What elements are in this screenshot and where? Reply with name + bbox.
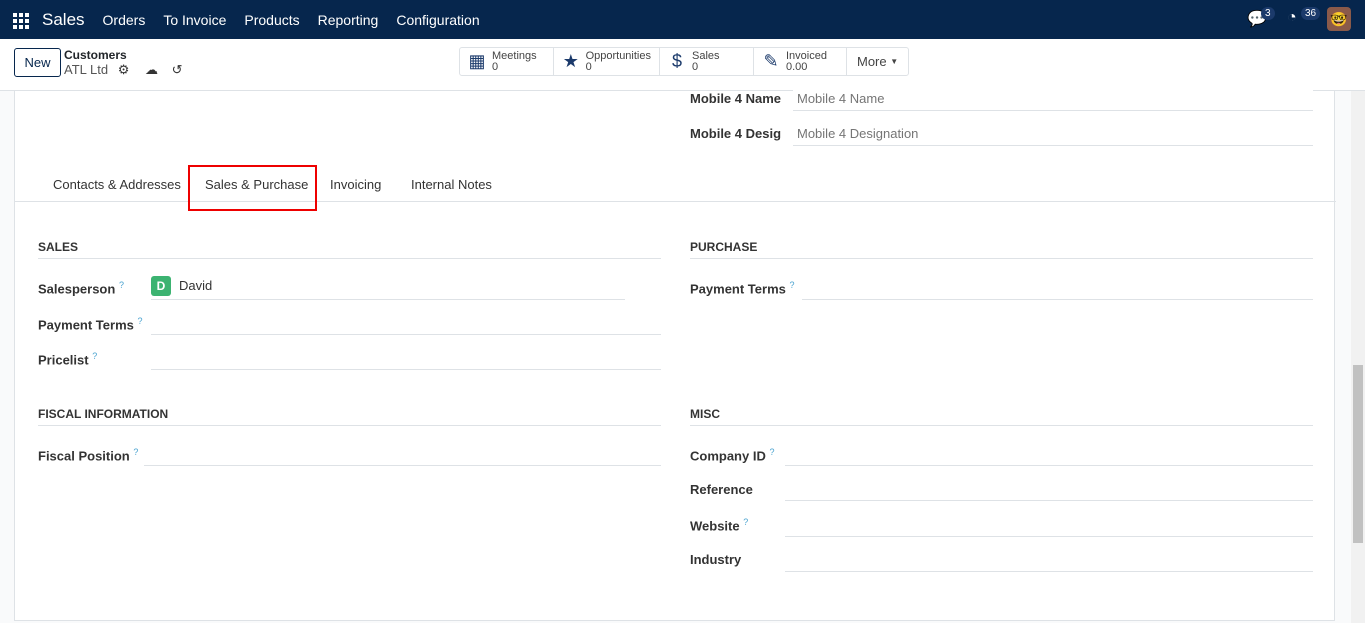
- value: 0.00: [786, 60, 808, 73]
- dollar-icon: $: [671, 51, 682, 71]
- help-icon: ?: [789, 280, 795, 290]
- menu-configuration[interactable]: Configuration: [396, 12, 479, 28]
- company-id-label: Company ID ?: [690, 447, 775, 464]
- scrollbar[interactable]: [1351, 91, 1365, 623]
- industry-field[interactable]: [785, 548, 1313, 572]
- top-navbar: Sales Orders To Invoice Products Reporti…: [0, 0, 1365, 39]
- mobile4-designation-input[interactable]: [793, 122, 1313, 146]
- activities-clock-icon[interactable]: ◔ 36: [1287, 7, 1321, 29]
- value: 0: [492, 60, 499, 73]
- gear-icon[interactable]: ⚙: [118, 62, 130, 77]
- tab-contacts-addresses[interactable]: Contacts & Addresses: [53, 177, 181, 192]
- fiscal-section-title: FISCAL INFORMATION: [38, 407, 661, 426]
- more-button[interactable]: More ▼: [847, 48, 908, 75]
- value: 0: [585, 60, 592, 73]
- messages-badge: 3: [1261, 7, 1275, 20]
- messages-icon[interactable]: 💬 3: [1247, 7, 1275, 29]
- pricelist-label: Pricelist ?: [38, 351, 98, 368]
- meetings-button[interactable]: ▦ Meetings 0: [460, 48, 554, 75]
- salesperson-avatar: D: [151, 276, 171, 296]
- label: Meetings: [492, 49, 537, 62]
- help-icon: ?: [743, 517, 749, 527]
- app-brand[interactable]: Sales: [42, 10, 85, 30]
- reference-label: Reference: [690, 482, 753, 497]
- apps-menu-icon[interactable]: [13, 12, 29, 29]
- sales-button[interactable]: $ Sales 0: [660, 48, 754, 75]
- caret-down-icon: ▼: [890, 57, 899, 66]
- control-panel: New Customers ATL Ltd ⚙ ☁ ↺ ▦ Meetings 0 ★…: [0, 39, 1365, 91]
- cloud-upload-icon[interactable]: ☁: [145, 62, 158, 77]
- fiscal-position-label: Fiscal Position ?: [38, 447, 139, 464]
- reference-field[interactable]: [785, 477, 1313, 501]
- mobile4-name-input[interactable]: [793, 87, 1313, 111]
- tab-invoicing[interactable]: Invoicing: [330, 177, 381, 192]
- company-id-field[interactable]: [785, 442, 1313, 466]
- misc-section-title: MISC: [690, 407, 1313, 426]
- payment-terms-field[interactable]: [151, 311, 661, 335]
- label: Sales: [692, 49, 720, 62]
- mobile4-desig-label: Mobile 4 Desig: [690, 126, 782, 141]
- record-name: ATL Ltd: [64, 62, 109, 77]
- purchase-section-title: PURCHASE: [690, 240, 1313, 259]
- menu-orders[interactable]: Orders: [103, 12, 146, 28]
- help-icon: ?: [137, 316, 143, 326]
- help-icon: ?: [133, 447, 139, 457]
- salesperson-label: Salesperson ?: [38, 280, 124, 297]
- user-avatar[interactable]: 🤓: [1327, 7, 1351, 31]
- scrollbar-thumb[interactable]: [1353, 365, 1363, 543]
- menu-reporting[interactable]: Reporting: [318, 12, 379, 28]
- payment-terms-label: Payment Terms ?: [38, 316, 143, 333]
- label: Invoiced: [786, 49, 827, 62]
- sales-section-title: SALES: [38, 240, 661, 259]
- more-label: More: [857, 54, 887, 69]
- help-icon: ?: [92, 351, 98, 361]
- industry-label: Industry: [690, 552, 742, 567]
- purchase-payment-terms-label: Payment Terms ?: [690, 280, 795, 297]
- label: Opportunities: [585, 49, 651, 62]
- help-icon: ?: [769, 447, 775, 457]
- highlight-box: [188, 165, 317, 211]
- smart-buttons: ▦ Meetings 0 ★ Opportunities 0 $ Sales 0 ✎ Invo…: [459, 47, 910, 76]
- salesperson-value: David: [179, 278, 213, 293]
- edit-icon: ✎: [763, 51, 779, 71]
- calendar-icon: ▦: [468, 51, 486, 71]
- menu-to-invoice[interactable]: To Invoice: [163, 12, 226, 28]
- salesperson-field[interactable]: D David: [151, 276, 625, 300]
- website-label: Website ?: [690, 517, 749, 534]
- opportunities-button[interactable]: ★ Opportunities 0: [554, 48, 660, 75]
- pricelist-field[interactable]: [151, 346, 661, 370]
- purchase-payment-terms-field[interactable]: [802, 276, 1313, 300]
- form-sheet: Mobile 4 Name Mobile 4 Desig Contacts & …: [14, 87, 1336, 621]
- invoiced-button[interactable]: ✎ Invoiced 0.00: [754, 48, 847, 75]
- fiscal-position-field[interactable]: [144, 442, 661, 466]
- breadcrumb-customers[interactable]: Customers: [64, 48, 127, 62]
- mobile4-name-label: Mobile 4 Name: [690, 91, 782, 106]
- tab-internal-notes[interactable]: Internal Notes: [411, 177, 492, 192]
- help-icon: ?: [118, 280, 124, 290]
- new-button[interactable]: New: [14, 48, 61, 77]
- value: 0: [692, 60, 699, 73]
- website-field[interactable]: [785, 513, 1313, 537]
- discard-undo-icon[interactable]: ↺: [172, 62, 183, 77]
- menu-products[interactable]: Products: [244, 12, 299, 28]
- star-icon: ★: [562, 51, 579, 71]
- activities-badge: 36: [1301, 7, 1321, 20]
